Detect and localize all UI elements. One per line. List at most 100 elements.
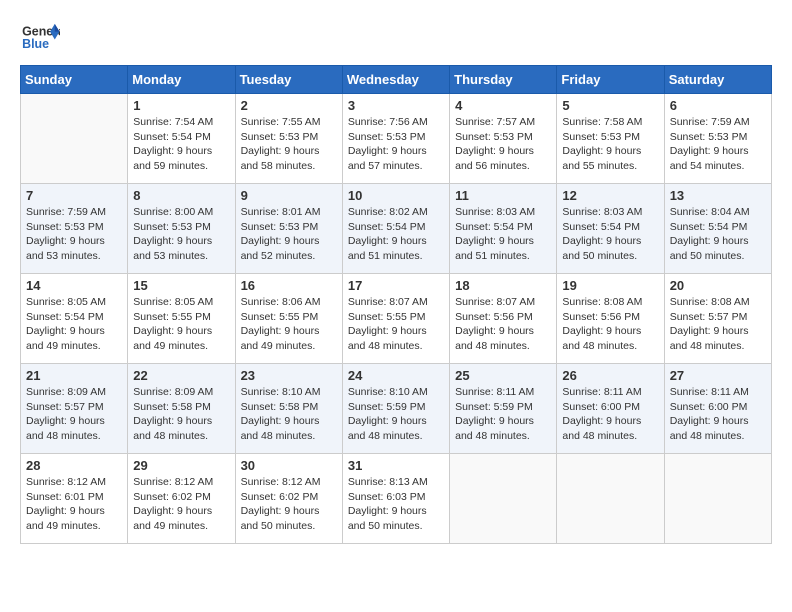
day-number: 19	[562, 278, 658, 293]
day-number: 3	[348, 98, 444, 113]
calendar-cell: 1 Sunrise: 7:54 AM Sunset: 5:54 PM Daylig…	[128, 94, 235, 184]
calendar-cell: 28 Sunrise: 8:12 AM Sunset: 6:01 PM Dayli…	[21, 454, 128, 544]
calendar-cell: 20Sunrise: 8:08 AM Sunset: 5:57 PM Dayli…	[664, 274, 771, 364]
day-info: Sunrise: 8:01 AM Sunset: 5:53 PM Dayligh…	[241, 205, 337, 264]
calendar-cell: 23 Sunrise: 8:10 AM Sunset: 5:58 PM Dayli…	[235, 364, 342, 454]
calendar-cell: 5 Sunrise: 7:58 AM Sunset: 5:53 PM Daylig…	[557, 94, 664, 184]
calendar-cell: 19 Sunrise: 8:08 AM Sunset: 5:56 PM Dayli…	[557, 274, 664, 364]
day-info: Sunrise: 8:04 AM Sunset: 5:54 PM Dayligh…	[670, 205, 766, 264]
calendar-cell: 3 Sunrise: 7:56 AM Sunset: 5:53 PM Daylig…	[342, 94, 449, 184]
calendar-table: SundayMondayTuesdayWednesdayThursdayFrid…	[20, 65, 772, 544]
calendar-cell: 27 Sunrise: 8:11 AM Sunset: 6:00 PM Dayli…	[664, 364, 771, 454]
day-number: 18	[455, 278, 551, 293]
day-number: 5	[562, 98, 658, 113]
day-info: Sunrise: 8:08 AM Sunset: 5:56 PM Dayligh…	[562, 295, 658, 354]
day-number: 13	[670, 188, 766, 203]
day-info: Sunrise: 8:12 AM Sunset: 6:02 PM Dayligh…	[241, 475, 337, 534]
calendar-cell: 13 Sunrise: 8:04 AM Sunset: 5:54 PM Dayli…	[664, 184, 771, 274]
day-info: Sunrise: 8:12 AM Sunset: 6:01 PM Dayligh…	[26, 475, 122, 534]
calendar-cell: 22 Sunrise: 8:09 AM Sunset: 5:58 PM Dayli…	[128, 364, 235, 454]
day-number: 4	[455, 98, 551, 113]
header: General Blue	[20, 20, 772, 55]
calendar-week-row: 7 Sunrise: 7:59 AM Sunset: 5:53 PM Daylig…	[21, 184, 772, 274]
calendar-cell: 12 Sunrise: 8:03 AM Sunset: 5:54 PM Dayli…	[557, 184, 664, 274]
day-info: Sunrise: 8:00 AM Sunset: 5:53 PM Dayligh…	[133, 205, 229, 264]
day-info: Sunrise: 8:02 AM Sunset: 5:54 PM Dayligh…	[348, 205, 444, 264]
calendar-cell: 26 Sunrise: 8:11 AM Sunset: 6:00 PM Dayli…	[557, 364, 664, 454]
column-header-wednesday: Wednesday	[342, 66, 449, 94]
day-info: Sunrise: 8:06 AM Sunset: 5:55 PM Dayligh…	[241, 295, 337, 354]
day-info: Sunrise: 8:11 AM Sunset: 6:00 PM Dayligh…	[562, 385, 658, 444]
day-number: 6	[670, 98, 766, 113]
day-info: Sunrise: 8:08 AM Sunset: 5:57 PM Dayligh…	[670, 295, 766, 354]
day-info: Sunrise: 7:55 AM Sunset: 5:53 PM Dayligh…	[241, 115, 337, 174]
day-number: 1	[133, 98, 229, 113]
day-info: Sunrise: 7:57 AM Sunset: 5:53 PM Dayligh…	[455, 115, 551, 174]
day-number: 31	[348, 458, 444, 473]
day-info: Sunrise: 8:10 AM Sunset: 5:58 PM Dayligh…	[241, 385, 337, 444]
day-info: Sunrise: 8:13 AM Sunset: 6:03 PM Dayligh…	[348, 475, 444, 534]
day-info: Sunrise: 8:11 AM Sunset: 6:00 PM Dayligh…	[670, 385, 766, 444]
day-number: 10	[348, 188, 444, 203]
day-number: 28	[26, 458, 122, 473]
calendar-cell: 11Sunrise: 8:03 AM Sunset: 5:54 PM Dayli…	[450, 184, 557, 274]
day-number: 12	[562, 188, 658, 203]
day-number: 22	[133, 368, 229, 383]
calendar-week-row: 14 Sunrise: 8:05 AM Sunset: 5:54 PM Dayli…	[21, 274, 772, 364]
calendar-cell: 2 Sunrise: 7:55 AM Sunset: 5:53 PM Daylig…	[235, 94, 342, 184]
day-info: Sunrise: 7:56 AM Sunset: 5:53 PM Dayligh…	[348, 115, 444, 174]
day-number: 25	[455, 368, 551, 383]
calendar-cell: 18 Sunrise: 8:07 AM Sunset: 5:56 PM Dayli…	[450, 274, 557, 364]
calendar-cell	[664, 454, 771, 544]
day-info: Sunrise: 7:54 AM Sunset: 5:54 PM Dayligh…	[133, 115, 229, 174]
calendar-week-row: 21Sunrise: 8:09 AM Sunset: 5:57 PM Dayli…	[21, 364, 772, 454]
page-container: General Blue SundayMondayTuesdayWednesda…	[20, 20, 772, 544]
calendar-cell: 6Sunrise: 7:59 AM Sunset: 5:53 PM Daylig…	[664, 94, 771, 184]
calendar-cell: 10 Sunrise: 8:02 AM Sunset: 5:54 PM Dayli…	[342, 184, 449, 274]
day-number: 7	[26, 188, 122, 203]
calendar-cell	[450, 454, 557, 544]
logo: General Blue	[20, 20, 60, 55]
day-number: 29	[133, 458, 229, 473]
day-number: 26	[562, 368, 658, 383]
day-info: Sunrise: 8:05 AM Sunset: 5:55 PM Dayligh…	[133, 295, 229, 354]
calendar-cell	[21, 94, 128, 184]
day-info: Sunrise: 8:10 AM Sunset: 5:59 PM Dayligh…	[348, 385, 444, 444]
calendar-cell: 16 Sunrise: 8:06 AM Sunset: 5:55 PM Dayli…	[235, 274, 342, 364]
day-number: 9	[241, 188, 337, 203]
column-header-monday: Monday	[128, 66, 235, 94]
calendar-cell: 14 Sunrise: 8:05 AM Sunset: 5:54 PM Dayli…	[21, 274, 128, 364]
day-info: Sunrise: 8:07 AM Sunset: 5:55 PM Dayligh…	[348, 295, 444, 354]
day-number: 15	[133, 278, 229, 293]
calendar-cell: 7 Sunrise: 7:59 AM Sunset: 5:53 PM Daylig…	[21, 184, 128, 274]
svg-text:Blue: Blue	[22, 37, 49, 51]
day-number: 24	[348, 368, 444, 383]
calendar-cell: 4 Sunrise: 7:57 AM Sunset: 5:53 PM Daylig…	[450, 94, 557, 184]
day-number: 16	[241, 278, 337, 293]
day-info: Sunrise: 8:11 AM Sunset: 5:59 PM Dayligh…	[455, 385, 551, 444]
calendar-cell: 9 Sunrise: 8:01 AM Sunset: 5:53 PM Daylig…	[235, 184, 342, 274]
day-number: 27	[670, 368, 766, 383]
column-header-tuesday: Tuesday	[235, 66, 342, 94]
calendar-cell: 24 Sunrise: 8:10 AM Sunset: 5:59 PM Dayli…	[342, 364, 449, 454]
day-number: 17	[348, 278, 444, 293]
day-info: Sunrise: 8:12 AM Sunset: 6:02 PM Dayligh…	[133, 475, 229, 534]
column-header-thursday: Thursday	[450, 66, 557, 94]
day-info: Sunrise: 8:03 AM Sunset: 5:54 PM Dayligh…	[562, 205, 658, 264]
day-number: 23	[241, 368, 337, 383]
day-info: Sunrise: 8:09 AM Sunset: 5:58 PM Dayligh…	[133, 385, 229, 444]
day-info: Sunrise: 7:58 AM Sunset: 5:53 PM Dayligh…	[562, 115, 658, 174]
column-header-saturday: Saturday	[664, 66, 771, 94]
day-info: Sunrise: 7:59 AM Sunset: 5:53 PM Dayligh…	[26, 205, 122, 264]
day-info: Sunrise: 8:05 AM Sunset: 5:54 PM Dayligh…	[26, 295, 122, 354]
day-info: Sunrise: 8:07 AM Sunset: 5:56 PM Dayligh…	[455, 295, 551, 354]
calendar-cell: 31 Sunrise: 8:13 AM Sunset: 6:03 PM Dayli…	[342, 454, 449, 544]
day-number: 11	[455, 188, 551, 203]
column-header-friday: Friday	[557, 66, 664, 94]
calendar-cell: 25 Sunrise: 8:11 AM Sunset: 5:59 PM Dayli…	[450, 364, 557, 454]
day-number: 2	[241, 98, 337, 113]
calendar-cell: 29 Sunrise: 8:12 AM Sunset: 6:02 PM Dayli…	[128, 454, 235, 544]
calendar-cell: 30Sunrise: 8:12 AM Sunset: 6:02 PM Dayli…	[235, 454, 342, 544]
calendar-cell: 17 Sunrise: 8:07 AM Sunset: 5:55 PM Dayli…	[342, 274, 449, 364]
day-number: 14	[26, 278, 122, 293]
